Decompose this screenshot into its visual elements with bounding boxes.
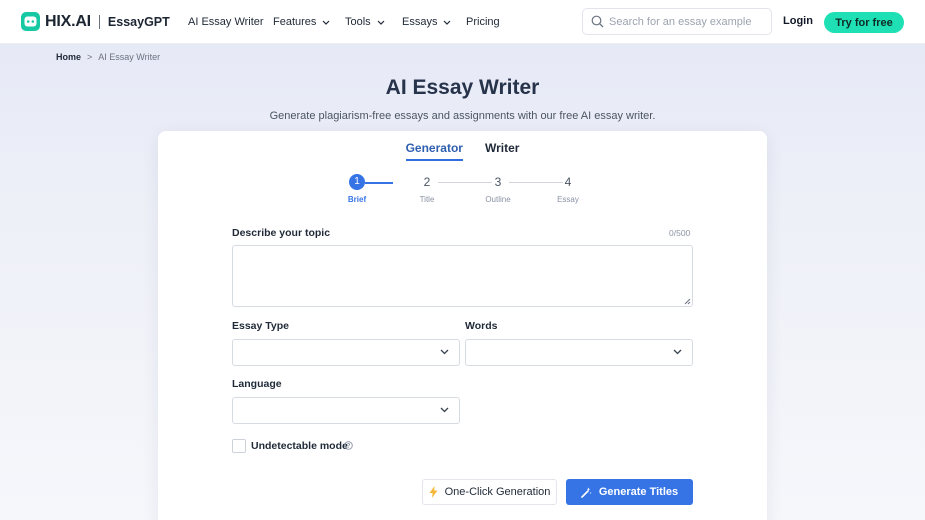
generator-card: Generator Writer 1 Brief 2 Title 3 Outli… (158, 131, 767, 520)
page-subtitle: Generate plagiarism-free essays and assi… (269, 110, 656, 122)
login-link[interactable]: Login (783, 15, 813, 27)
chevron-down-icon (377, 20, 385, 25)
step-number: 4 (564, 175, 572, 189)
logo-subtitle: EssayGPT (107, 14, 170, 29)
nav-label: Tools (345, 16, 371, 28)
chevron-down-icon (444, 20, 451, 25)
search-input[interactable] (609, 15, 759, 28)
chevron-down-icon (322, 20, 330, 25)
resize-handle-icon[interactable] (684, 298, 691, 305)
undetectable-mode-checkbox[interactable] (232, 439, 246, 453)
step-outline: 3 Outline (478, 174, 518, 204)
step-label: Outline (485, 195, 511, 204)
breadcrumb-separator: > (87, 52, 93, 62)
logo-text: HIX.AI (45, 12, 91, 30)
top-header: HIX.AI EssayGPT AI Essay Writer Features… (0, 0, 925, 44)
step-label: Brief (347, 195, 367, 204)
nav-label: Features (273, 16, 317, 28)
nav-label: Pricing (466, 16, 500, 28)
logo-divider (98, 14, 100, 29)
main-nav: AI Essay Writer Features Tools Essays Pr… (188, 0, 516, 44)
undetectable-mode-label[interactable]: Undetectable mode (251, 440, 348, 452)
nav-item-pricing[interactable]: Pricing (466, 0, 516, 44)
step-title: 2 Title (407, 174, 447, 204)
step-number: 3 (494, 175, 502, 189)
language-label: Language (232, 378, 282, 390)
step-essay: 4 Essay (548, 174, 588, 204)
logo[interactable]: HIX.AI EssayGPT (21, 12, 170, 31)
mode-tabs: Generator Writer (158, 141, 767, 161)
step-number: 2 (423, 175, 431, 189)
lightning-icon (429, 486, 438, 498)
search-box (582, 8, 772, 35)
try-for-free-button[interactable]: Try for free (824, 12, 904, 33)
one-click-generation-button[interactable]: One-Click Generation (422, 479, 557, 505)
nav-item-ai-essay-writer[interactable]: AI Essay Writer (188, 0, 273, 44)
chevron-down-icon (673, 349, 682, 355)
language-select[interactable] (232, 397, 460, 424)
topic-textarea[interactable] (232, 245, 693, 307)
help-circle-icon[interactable] (344, 441, 353, 450)
nav-item-essays[interactable]: Essays (402, 0, 466, 44)
topic-label: Describe your topic (232, 227, 331, 239)
nav-label: AI Essay Writer (188, 16, 264, 28)
breadcrumb-current: AI Essay Writer (98, 52, 161, 62)
tab-generator[interactable]: Generator (405, 141, 463, 161)
words-label: Words (465, 320, 498, 332)
chevron-down-icon (440, 407, 449, 413)
essay-type-select[interactable] (232, 339, 460, 366)
generate-titles-label: Generate Titles (598, 486, 679, 498)
magic-wand-icon (581, 487, 592, 498)
step-label: Title (419, 195, 435, 204)
tab-writer[interactable]: Writer (485, 141, 519, 161)
page-title: AI Essay Writer (385, 76, 540, 99)
breadcrumb-home[interactable]: Home (56, 52, 81, 62)
step-brief: 1 Brief (337, 174, 377, 204)
chevron-down-icon (440, 349, 449, 355)
topic-char-counter: 0/500 (669, 228, 691, 238)
nav-label: Essays (402, 16, 438, 28)
generate-titles-button[interactable]: Generate Titles (566, 479, 693, 505)
breadcrumb: Home > AI Essay Writer (56, 52, 160, 62)
essay-type-label: Essay Type (232, 320, 290, 332)
step-number: 1 (349, 174, 365, 190)
one-click-generation-label: One-Click Generation (444, 486, 551, 498)
logo-icon (21, 12, 40, 31)
nav-item-features[interactable]: Features (273, 0, 345, 44)
words-select[interactable] (465, 339, 693, 366)
search-icon (591, 15, 604, 28)
nav-item-tools[interactable]: Tools (345, 0, 402, 44)
step-label: Essay (557, 195, 579, 204)
